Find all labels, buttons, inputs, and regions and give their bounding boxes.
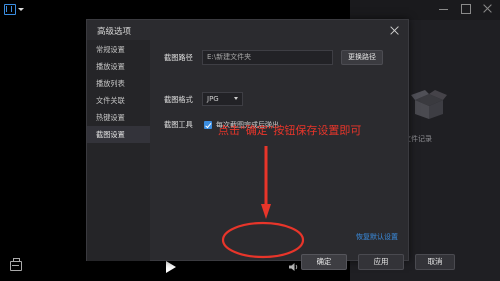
nav-item[interactable]: 播放设置 (87, 58, 150, 75)
volume-icon[interactable] (289, 263, 299, 271)
window-controls (438, 3, 494, 15)
screenshot-format-label: 截图格式 (164, 95, 193, 104)
restore-defaults-link[interactable]: 恢复默认设置 (356, 232, 398, 242)
empty-list-text: 有文件记录 (397, 135, 432, 143)
nav-item[interactable]: 文件关联 (87, 92, 150, 109)
nav-item[interactable]: 播放列表 (87, 75, 150, 92)
nav-item[interactable]: 截图设置 (87, 126, 150, 143)
cancel-button[interactable]: 取消 (415, 254, 455, 270)
ok-button[interactable]: 确定 (301, 254, 347, 270)
chevron-down-icon (234, 97, 238, 100)
empty-box-icon (411, 90, 447, 119)
popup-after-screenshot-checkbox[interactable] (204, 121, 212, 129)
play-icon[interactable] (166, 261, 176, 273)
main-menu-button[interactable] (4, 3, 26, 15)
format-selected-value: JPG (207, 95, 219, 103)
screenshot-format-select[interactable]: JPG (202, 92, 243, 106)
change-path-button[interactable]: 更换路径 (341, 50, 383, 65)
apply-button[interactable]: 应用 (358, 254, 404, 270)
dialog-title: 高级选项 (97, 27, 132, 37)
nav-item[interactable]: 常规设置 (87, 41, 150, 58)
screenshot-path-label: 截图路径 (164, 53, 193, 62)
settings-nav: 常规设置 播放设置 播放列表 文件关联 热键设置 截图设置 (87, 40, 150, 261)
annotation-text: 点击“确定”按钮保存设置即可 (218, 124, 362, 137)
advanced-options-dialog: 高级选项 常规设置 播放设置 播放列表 文件关联 热键设置 截图设置 截图路径 E:\新建… (86, 19, 455, 270)
nav-item[interactable]: 热键设置 (87, 109, 150, 126)
film-logo-icon (4, 3, 16, 15)
close-icon[interactable] (390, 26, 399, 35)
close-window-icon[interactable] (482, 3, 494, 15)
chevron-down-icon (18, 7, 24, 11)
screenshot-settings-panel: 截图路径 E:\新建文件夹 更换路径 截图格式 JPG 截图工具 每次截图完成后… (150, 40, 455, 270)
minimize-icon[interactable] (438, 3, 450, 15)
screenshot-tool-label: 截图工具 (164, 120, 193, 129)
maximize-icon[interactable] (460, 3, 472, 15)
screenshot-path-field[interactable]: E:\新建文件夹 (202, 50, 333, 65)
playlist-toggle-icon[interactable] (10, 258, 22, 271)
